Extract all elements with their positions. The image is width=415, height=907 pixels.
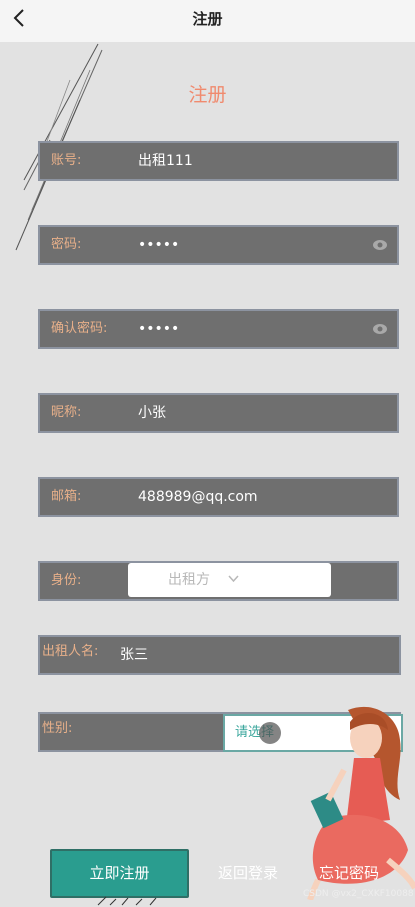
email-row: 邮箱: 488989@qq.com — [38, 477, 399, 517]
page-heading: 注册 — [188, 84, 227, 106]
renter-name-row: 出租人名: 张三 — [38, 635, 401, 675]
email-input[interactable]: 488989@qq.com — [138, 479, 258, 515]
cursor-indicator — [259, 722, 281, 744]
gender-label: 性别: — [42, 721, 73, 736]
nickname-label: 昵称: — [51, 405, 82, 420]
nav-title: 注册 — [192, 10, 223, 28]
watermark: CSDN @vx2_CXKF10088 — [303, 889, 414, 899]
confirm-password-label: 确认密码: — [51, 321, 108, 336]
password-label: 密码: — [51, 237, 82, 252]
account-row: 账号: 出租111 — [38, 141, 399, 181]
nickname-row: 昵称: 小张 — [38, 393, 399, 433]
identity-row: 身份: 出租方 — [38, 561, 399, 601]
chevron-down-icon — [228, 575, 239, 583]
confirm-password-input[interactable]: ••••• — [138, 311, 179, 347]
confirm-password-row: 确认密码: ••••• — [38, 309, 399, 349]
eye-icon[interactable] — [372, 322, 388, 336]
eye-icon[interactable] — [372, 238, 388, 252]
identity-select-value: 出租方 — [168, 572, 210, 588]
email-label: 邮箱: — [51, 489, 82, 504]
identity-label: 身份: — [51, 573, 82, 588]
register-button[interactable]: 立即注册 — [50, 849, 189, 898]
decorative-sketch — [97, 896, 157, 906]
password-input[interactable]: ••••• — [138, 227, 179, 263]
nickname-input[interactable]: 小张 — [138, 395, 166, 431]
top-navbar: 注册 — [0, 0, 415, 42]
renter-name-label: 出租人名: — [42, 644, 99, 659]
back-to-login-link[interactable]: 返回登录 — [218, 862, 278, 883]
renter-name-input[interactable]: 张三 — [120, 637, 148, 673]
identity-select[interactable]: 出租方 — [128, 563, 331, 597]
forgot-password-link[interactable]: 忘记密码 — [319, 862, 379, 883]
password-row: 密码: ••••• — [38, 225, 399, 265]
account-input[interactable]: 出租111 — [138, 143, 193, 179]
account-label: 账号: — [51, 153, 82, 168]
